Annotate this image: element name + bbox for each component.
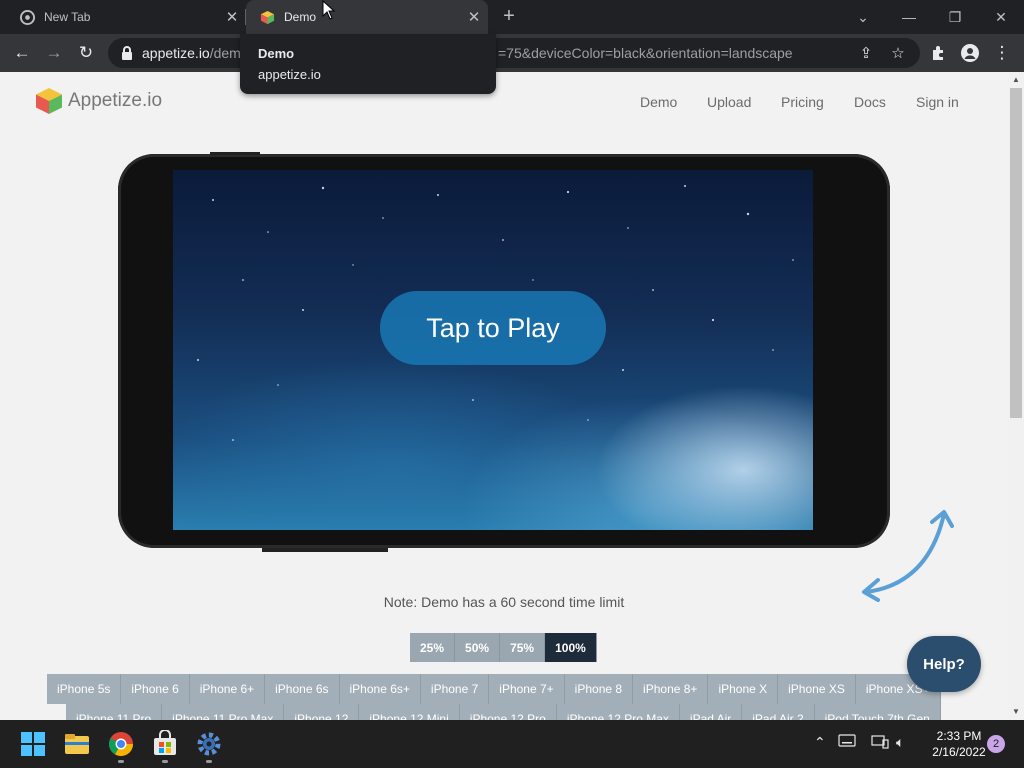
- device-option-button[interactable]: iPhone 7+: [489, 674, 565, 704]
- device-option-button[interactable]: iPhone 6s: [265, 674, 340, 704]
- windows-taskbar: ⌃ 🔈︎ 2:33 PM 2/16/2022 2: [0, 720, 1024, 768]
- star-icon[interactable]: ☆: [888, 43, 908, 63]
- scroll-down-icon[interactable]: ▼: [1008, 704, 1024, 720]
- restore-button[interactable]: ❐: [932, 0, 978, 34]
- device-option-button[interactable]: iPad Air: [679, 704, 743, 720]
- tab-hover-card: Demo appetize.io: [240, 34, 496, 94]
- url-tail-text: =75&deviceColor=black&orientation=landsc…: [498, 45, 793, 61]
- keyboard-icon[interactable]: [838, 734, 856, 748]
- device-option-button[interactable]: iPhone 12 Mini: [359, 704, 460, 720]
- device-option-button[interactable]: iPhone 11 Pro Max: [162, 704, 285, 720]
- device-option-button[interactable]: iPod Touch 7th Gen: [814, 704, 941, 720]
- device-option-button[interactable]: iPhone 8: [564, 674, 634, 704]
- network-icon[interactable]: [871, 734, 889, 750]
- page-scrollbar[interactable]: ▲ ▼: [1008, 72, 1024, 720]
- scroll-thumb[interactable]: [1010, 88, 1022, 418]
- device-option-button[interactable]: iPhone 6+: [189, 674, 266, 704]
- device-selector-row-2: iPhone 11 Pro iPhone 11 Pro Max iPhone 12 i…: [66, 704, 941, 720]
- device-button: [210, 152, 260, 155]
- device-selector-row-1: iPhone 5s iPhone 6 iPhone 6+ iPhone 6s iPhon…: [47, 674, 941, 704]
- device-option-button[interactable]: iPhone 6: [121, 674, 190, 704]
- volume-icon[interactable]: 🔈︎: [896, 734, 904, 751]
- logo-text: Appetize.io: [68, 90, 163, 111]
- file-explorer-icon[interactable]: [63, 730, 91, 758]
- device-option-button[interactable]: iPhone 5s: [47, 674, 122, 704]
- extensions-icon[interactable]: [926, 41, 950, 65]
- device-option-button[interactable]: iPhone 11 Pro: [66, 704, 163, 720]
- chrome-icon[interactable]: [107, 730, 135, 758]
- close-icon[interactable]: ✕: [460, 8, 488, 26]
- minimize-button[interactable]: —: [886, 0, 932, 34]
- zoom-50-button[interactable]: 50%: [455, 633, 501, 662]
- close-icon[interactable]: ✕: [218, 8, 246, 26]
- device-option-button[interactable]: iPhone 6s+: [339, 674, 421, 704]
- scroll-up-icon[interactable]: ▲: [1008, 72, 1024, 88]
- appetize-cube-icon: [260, 10, 275, 25]
- zoom-selector: 25% 50% 75% 100%: [410, 633, 597, 662]
- nav-docs[interactable]: Docs: [854, 94, 886, 110]
- browser-toolbar: ← → ↻ appetize.io/dem =75&deviceColor=bl…: [0, 34, 1024, 72]
- notification-badge[interactable]: 2: [987, 735, 1005, 753]
- zoom-25-button[interactable]: 25%: [410, 633, 456, 662]
- device-option-button[interactable]: iPhone 12: [284, 704, 360, 720]
- share-icon[interactable]: ⇪: [856, 43, 876, 63]
- device-option-button[interactable]: iPhone 7: [420, 674, 490, 704]
- address-bar[interactable]: appetize.io/dem =75&deviceColor=black&or…: [108, 38, 920, 68]
- device-option-button[interactable]: iPhone 8+: [633, 674, 709, 704]
- nav-demo[interactable]: Demo: [640, 94, 677, 110]
- forward-icon[interactable]: →: [42, 41, 66, 65]
- web-page: Appetize.io Demo Upload Pricing Docs Sig…: [0, 72, 1008, 720]
- close-window-button[interactable]: ✕: [978, 0, 1024, 34]
- lock-icon: [120, 45, 134, 61]
- running-indicator: [118, 760, 124, 763]
- time-limit-note: Note: Demo has a 60 second time limit: [383, 594, 625, 610]
- device-option-button[interactable]: iPhone X: [708, 674, 779, 704]
- device-screen[interactable]: Tap to Play: [173, 170, 813, 530]
- profile-icon[interactable]: [958, 41, 982, 65]
- rotate-device-icon[interactable]: [858, 504, 958, 604]
- device-option-button[interactable]: iPhone 12 Pro Max: [556, 704, 680, 720]
- microsoft-store-icon[interactable]: [151, 730, 179, 758]
- zoom-100-button[interactable]: 100%: [545, 633, 597, 662]
- new-tab-button[interactable]: +: [498, 6, 520, 28]
- device-button: [262, 548, 388, 552]
- tab-search-icon[interactable]: ⌄: [840, 0, 886, 34]
- back-icon[interactable]: ←: [10, 41, 34, 65]
- tab-title: Demo: [284, 10, 317, 24]
- chevron-up-icon[interactable]: ⌃: [814, 734, 826, 751]
- nav-sign-in[interactable]: Sign in: [916, 94, 959, 110]
- url-text: appetize.io/dem: [142, 45, 241, 61]
- chrome-icon: [20, 9, 35, 25]
- hover-card-domain: appetize.io: [258, 67, 321, 82]
- tab-title: New Tab: [44, 10, 91, 24]
- site-logo[interactable]: Appetize.io: [34, 86, 162, 116]
- system-clock[interactable]: 2:33 PM 2/16/2022: [924, 728, 994, 760]
- appetize-cube-icon: [36, 88, 62, 114]
- tab-new-tab[interactable]: New Tab ✕: [0, 0, 246, 34]
- menu-icon[interactable]: ⋮: [990, 41, 1014, 65]
- tap-to-play-button[interactable]: Tap to Play: [380, 291, 606, 365]
- windows-start-icon[interactable]: [19, 730, 47, 758]
- mouse-cursor-icon: [322, 0, 336, 20]
- tab-demo[interactable]: Demo ✕: [246, 0, 488, 34]
- running-indicator: [162, 760, 168, 763]
- tab-strip: New Tab ✕ Demo ✕ + ⌄ — ❐ ✕: [0, 0, 1024, 34]
- device-option-button[interactable]: iPhone XS: [778, 674, 856, 704]
- clock-date: 2/16/2022: [932, 745, 986, 759]
- zoom-75-button[interactable]: 75%: [500, 633, 546, 662]
- nav-upload[interactable]: Upload: [707, 94, 751, 110]
- clock-time: 2:33 PM: [936, 729, 982, 743]
- hover-card-title: Demo: [258, 46, 295, 61]
- nav-pricing[interactable]: Pricing: [781, 94, 824, 110]
- device-option-button[interactable]: iPad Air 2: [742, 704, 815, 720]
- device-option-button[interactable]: iPhone 12 Pro: [459, 704, 557, 720]
- settings-gear-icon[interactable]: [195, 730, 223, 758]
- running-indicator: [206, 760, 212, 763]
- help-button[interactable]: Help?: [907, 636, 981, 692]
- reload-icon[interactable]: ↻: [74, 41, 98, 65]
